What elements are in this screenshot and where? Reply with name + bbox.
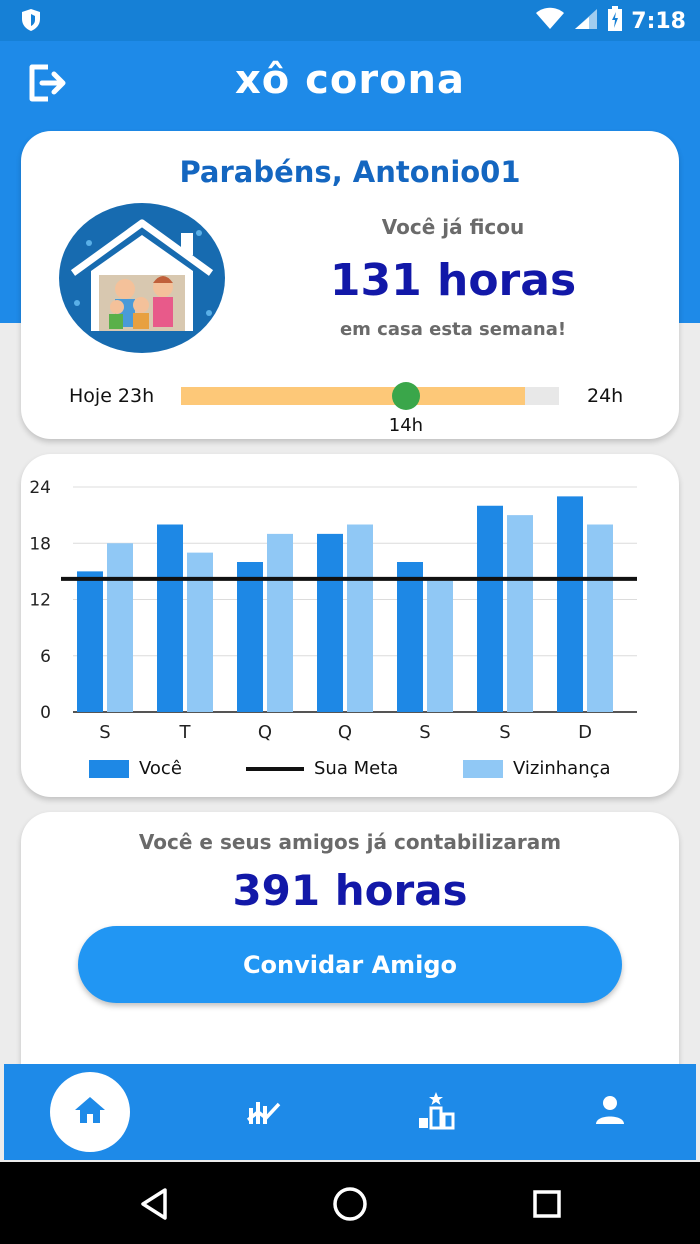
nav-ranking[interactable] xyxy=(396,1072,476,1152)
bar xyxy=(237,562,263,712)
battery-icon xyxy=(607,6,623,36)
back-icon[interactable] xyxy=(134,1184,174,1224)
bar xyxy=(187,552,213,712)
legend-label: Vizinhança xyxy=(513,758,611,779)
weekly-hours: 131 horas xyxy=(329,255,577,306)
status-icons: 7:18 xyxy=(535,6,686,36)
bar xyxy=(557,496,583,712)
y-tick-label: 0 xyxy=(40,703,51,723)
bar xyxy=(77,571,103,712)
stat-suffix: em casa esta semana! xyxy=(339,319,567,340)
podium-icon xyxy=(416,1090,456,1134)
y-tick-label: 6 xyxy=(40,647,51,667)
bar xyxy=(317,533,343,712)
bar xyxy=(477,505,503,712)
y-tick-label: 18 xyxy=(29,534,51,554)
bar xyxy=(267,533,293,712)
wifi-icon xyxy=(535,7,565,35)
x-tick-label: S xyxy=(499,722,510,743)
y-tick-label: 12 xyxy=(29,591,51,611)
bar xyxy=(347,524,373,712)
invite-friend-button[interactable]: Convidar Amigo xyxy=(78,926,622,1003)
legend-swatch xyxy=(89,759,129,778)
bar xyxy=(587,524,613,712)
legend-item-voce: Você xyxy=(89,758,182,779)
progress-marker-label: 14h xyxy=(388,415,424,436)
friends-hours: 391 horas xyxy=(232,866,468,915)
progress-today-label: Hoje 23h xyxy=(69,385,155,407)
x-tick-label: Q xyxy=(258,722,272,743)
y-tick-label: 24 xyxy=(29,478,51,498)
shield-icon xyxy=(20,8,42,36)
progress-bar xyxy=(181,382,559,410)
x-tick-label: S xyxy=(99,722,110,743)
recents-icon[interactable] xyxy=(527,1184,567,1224)
bar xyxy=(107,543,133,712)
android-navigation-bar xyxy=(0,1162,700,1244)
bar xyxy=(157,524,183,712)
person-icon xyxy=(594,1094,626,1130)
x-tick-label: Q xyxy=(338,722,352,743)
app-logo: xô corona xyxy=(234,57,466,103)
legend-label: Sua Meta xyxy=(314,758,399,779)
chart-legend: Você Sua Meta Vizinhança xyxy=(21,758,679,788)
chart-trend-icon xyxy=(246,1094,282,1130)
bar xyxy=(397,562,423,712)
x-tick-label: S xyxy=(419,722,430,743)
weekly-chart-card: 0 6 12 18 24 S T Q Q S S D Você Sua Meta Vizinhança xyxy=(21,454,679,797)
stat-prefix: Você já ficou xyxy=(381,215,525,239)
nav-stats[interactable] xyxy=(224,1072,304,1152)
home-circle-icon[interactable] xyxy=(330,1184,370,1224)
nav-home[interactable] xyxy=(50,1072,130,1152)
progress-max-label: 24h xyxy=(587,385,624,407)
weekly-bar-chart: 0 6 12 18 24 S T Q Q S S D xyxy=(29,478,637,743)
bar xyxy=(507,515,533,712)
status-time: 7:18 xyxy=(631,8,686,34)
home-icon xyxy=(73,1095,107,1129)
nav-profile[interactable] xyxy=(570,1072,650,1152)
signal-icon xyxy=(573,7,599,35)
bottom-navigation xyxy=(4,1064,696,1160)
family-house-illustration xyxy=(59,203,225,353)
legend-item-vizinhanca: Vizinhança xyxy=(463,758,611,779)
legend-line xyxy=(246,766,304,771)
greeting-title: Parabéns, Antonio01 xyxy=(179,155,521,189)
bar xyxy=(427,580,453,712)
progress-marker xyxy=(391,382,420,410)
status-bar: 7:18 xyxy=(0,0,700,41)
progress-fill xyxy=(181,387,525,405)
x-tick-label: T xyxy=(179,722,192,743)
friends-card: Você e seus amigos já contabilizaram 391… xyxy=(21,812,679,1082)
legend-swatch xyxy=(463,759,503,778)
legend-label: Você xyxy=(139,758,182,779)
summary-card: Parabéns, Antonio01 Você já ficou 131 ho… xyxy=(21,131,679,439)
legend-item-meta: Sua Meta xyxy=(246,758,398,779)
app-bar: xô corona xyxy=(0,41,700,125)
friends-text: Você e seus amigos já contabilizaram xyxy=(138,830,562,854)
x-tick-label: D xyxy=(578,722,592,743)
